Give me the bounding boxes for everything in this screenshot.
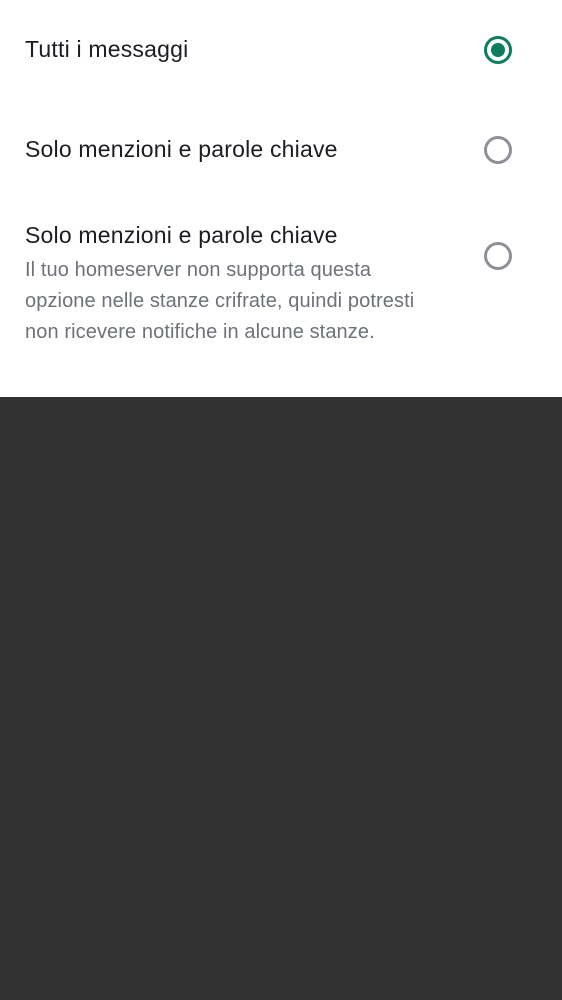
option-label: Tutti i messaggi [25,36,189,62]
radio-unselected-icon[interactable] [484,136,512,164]
option-label: Solo menzioni e parole chiave [25,222,338,248]
notification-options-sheet: Tutti i messaggi Solo menzioni e parole … [0,0,562,397]
option-all-messages[interactable]: Tutti i messaggi [0,0,562,100]
radio-dot [491,43,505,57]
option-mentions-keywords[interactable]: Solo menzioni e parole chiave [0,100,562,200]
radio-selected-icon[interactable] [484,36,512,64]
option-description: Il tuo homeserver non supporta questa op… [25,259,415,343]
radio-unselected-icon[interactable] [484,242,512,270]
option-label: Solo menzioni e parole chiave [25,136,338,162]
background-scrim[interactable] [0,397,562,1000]
option-mentions-keywords-unsupported[interactable]: Solo menzioni e parole chiave Il tuo hom… [0,200,562,397]
